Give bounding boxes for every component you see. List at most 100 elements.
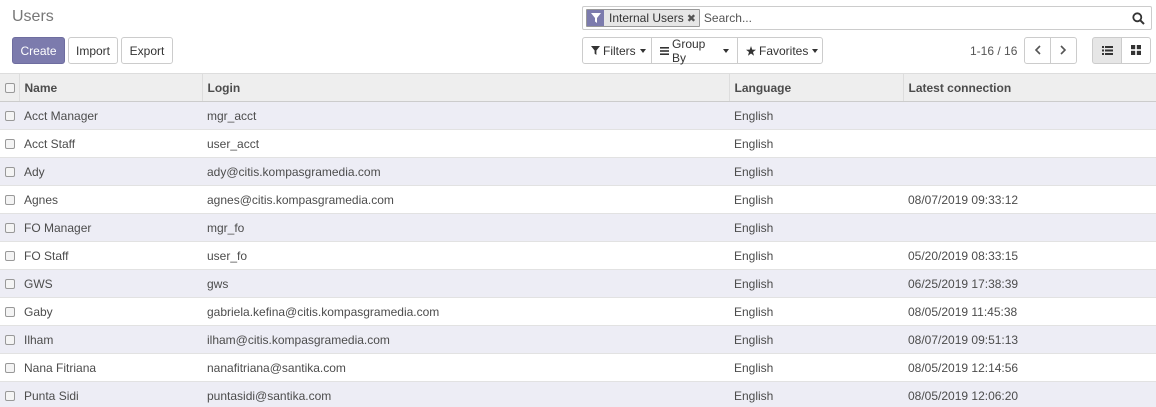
- select-all-cell[interactable]: [0, 73, 20, 102]
- search-box[interactable]: Internal Users ✖: [582, 6, 1152, 30]
- table-row[interactable]: FO Staff user_fo English 05/20/2019 08:3…: [0, 241, 1156, 270]
- cell-name: FO Staff: [19, 241, 202, 270]
- cell-login: mgr_acct: [202, 101, 729, 130]
- funnel-icon: [587, 10, 604, 26]
- cell-login: gws: [202, 269, 729, 298]
- table-row[interactable]: Nana Fitriana nanafitriana@santika.com E…: [0, 353, 1156, 382]
- group-by-button[interactable]: Group By: [651, 36, 738, 65]
- row-checkbox[interactable]: [5, 363, 15, 374]
- export-button[interactable]: Export: [121, 37, 173, 64]
- caret-down-icon: [812, 48, 819, 53]
- table-row[interactable]: Agnes agnes@citis.kompasgramedia.com Eng…: [0, 185, 1156, 214]
- cell-latest-connection: 08/05/2019 12:06:20: [903, 381, 1156, 407]
- cell-login: gabriela.kefina@citis.kompasgramedia.com: [202, 297, 729, 326]
- list-view-icon: [1101, 44, 1113, 58]
- filter-icon: [591, 46, 600, 55]
- column-header-language[interactable]: Language: [729, 73, 904, 102]
- search-facet: Internal Users ✖: [586, 9, 700, 27]
- cell-name: Nana Fitriana: [19, 353, 202, 382]
- row-select-cell[interactable]: [0, 381, 19, 407]
- table-row[interactable]: GWS gws English 06/25/2019 17:38:39: [0, 269, 1156, 298]
- row-select-cell[interactable]: [0, 353, 19, 382]
- cell-latest-connection: [903, 101, 1156, 130]
- row-checkbox[interactable]: [5, 111, 15, 122]
- cell-language: English: [729, 129, 903, 158]
- cell-name: Acct Staff: [19, 129, 202, 158]
- cell-language: English: [729, 269, 903, 298]
- control-panel: Users Create Import Export Internal User…: [0, 0, 1156, 73]
- row-checkbox[interactable]: [5, 139, 15, 150]
- caret-down-icon: [639, 48, 646, 53]
- row-select-cell[interactable]: [0, 325, 19, 354]
- import-button[interactable]: Import: [68, 37, 118, 64]
- cell-login: ady@citis.kompasgramedia.com: [202, 157, 729, 186]
- favorites-button[interactable]: Favorites: [737, 37, 823, 64]
- cell-language: English: [729, 381, 903, 407]
- cell-language: English: [729, 241, 903, 270]
- cell-latest-connection: 08/05/2019 12:14:56: [903, 353, 1156, 382]
- cell-latest-connection: [903, 213, 1156, 242]
- cell-login: agnes@citis.kompasgramedia.com: [202, 185, 729, 214]
- column-header-login[interactable]: Login: [202, 73, 730, 102]
- facet-remove-icon[interactable]: ✖: [687, 12, 699, 25]
- cell-name: Ilham: [19, 325, 202, 354]
- row-select-cell[interactable]: [0, 129, 19, 158]
- chevron-right-icon: [1060, 44, 1067, 58]
- search-icon[interactable]: [1128, 8, 1148, 28]
- table-row[interactable]: Ady ady@citis.kompasgramedia.com English: [0, 157, 1156, 186]
- group-by-label: Group By: [672, 36, 706, 65]
- row-select-cell[interactable]: [0, 185, 19, 214]
- row-select-cell[interactable]: [0, 297, 19, 326]
- table-row[interactable]: FO Manager mgr_fo English: [0, 213, 1156, 242]
- select-all-checkbox[interactable]: [5, 83, 15, 94]
- row-select-cell[interactable]: [0, 269, 19, 298]
- pager-next-button[interactable]: [1050, 37, 1077, 64]
- cell-latest-connection: 06/25/2019 17:38:39: [903, 269, 1156, 298]
- cell-name: Ady: [19, 157, 202, 186]
- row-checkbox[interactable]: [5, 279, 15, 290]
- cell-name: FO Manager: [19, 213, 202, 242]
- row-select-cell[interactable]: [0, 213, 19, 242]
- filters-button[interactable]: Filters: [582, 37, 652, 64]
- table-row[interactable]: Acct Manager mgr_acct English: [0, 101, 1156, 130]
- bars-icon: [660, 46, 669, 55]
- cell-name: Gaby: [19, 297, 202, 326]
- cell-language: English: [729, 353, 903, 382]
- cell-language: English: [729, 213, 903, 242]
- kanban-view-button[interactable]: [1121, 37, 1151, 64]
- page-title: Users: [12, 8, 54, 25]
- column-header-latest-connection[interactable]: Latest connection: [903, 73, 1156, 102]
- table-row[interactable]: Acct Staff user_acct English: [0, 129, 1156, 158]
- column-header-name[interactable]: Name: [19, 73, 203, 102]
- cell-login: puntasidi@santika.com: [202, 381, 729, 407]
- cell-language: English: [729, 157, 903, 186]
- users-table: Name Login Language Latest connection Ac…: [0, 73, 1156, 407]
- row-select-cell[interactable]: [0, 241, 19, 270]
- row-checkbox[interactable]: [5, 251, 15, 262]
- search-input[interactable]: [703, 8, 1128, 28]
- cell-login: mgr_fo: [202, 213, 729, 242]
- list-view-button[interactable]: [1092, 37, 1122, 64]
- cell-login: user_acct: [202, 129, 729, 158]
- row-checkbox[interactable]: [5, 391, 15, 402]
- cell-latest-connection: 05/20/2019 08:33:15: [903, 241, 1156, 270]
- cell-latest-connection: [903, 129, 1156, 158]
- row-checkbox[interactable]: [5, 307, 15, 318]
- create-button[interactable]: Create: [12, 37, 65, 64]
- cell-language: English: [729, 185, 903, 214]
- row-checkbox[interactable]: [5, 223, 15, 234]
- row-select-cell[interactable]: [0, 157, 19, 186]
- cell-language: English: [729, 325, 903, 354]
- row-checkbox[interactable]: [5, 167, 15, 178]
- row-checkbox[interactable]: [5, 335, 15, 346]
- table-row[interactable]: Gaby gabriela.kefina@citis.kompasgramedi…: [0, 297, 1156, 326]
- pager-previous-button[interactable]: [1024, 37, 1051, 64]
- cell-name: Acct Manager: [19, 101, 202, 130]
- cell-login: ilham@citis.kompasgramedia.com: [202, 325, 729, 354]
- row-select-cell[interactable]: [0, 101, 19, 130]
- table-row[interactable]: Punta Sidi puntasidi@santika.com English…: [0, 381, 1156, 407]
- chevron-left-icon: [1034, 44, 1041, 58]
- row-checkbox[interactable]: [5, 195, 15, 206]
- table-row[interactable]: Ilham ilham@citis.kompasgramedia.com Eng…: [0, 325, 1156, 354]
- pager-value[interactable]: 1-16 / 16: [970, 44, 1017, 58]
